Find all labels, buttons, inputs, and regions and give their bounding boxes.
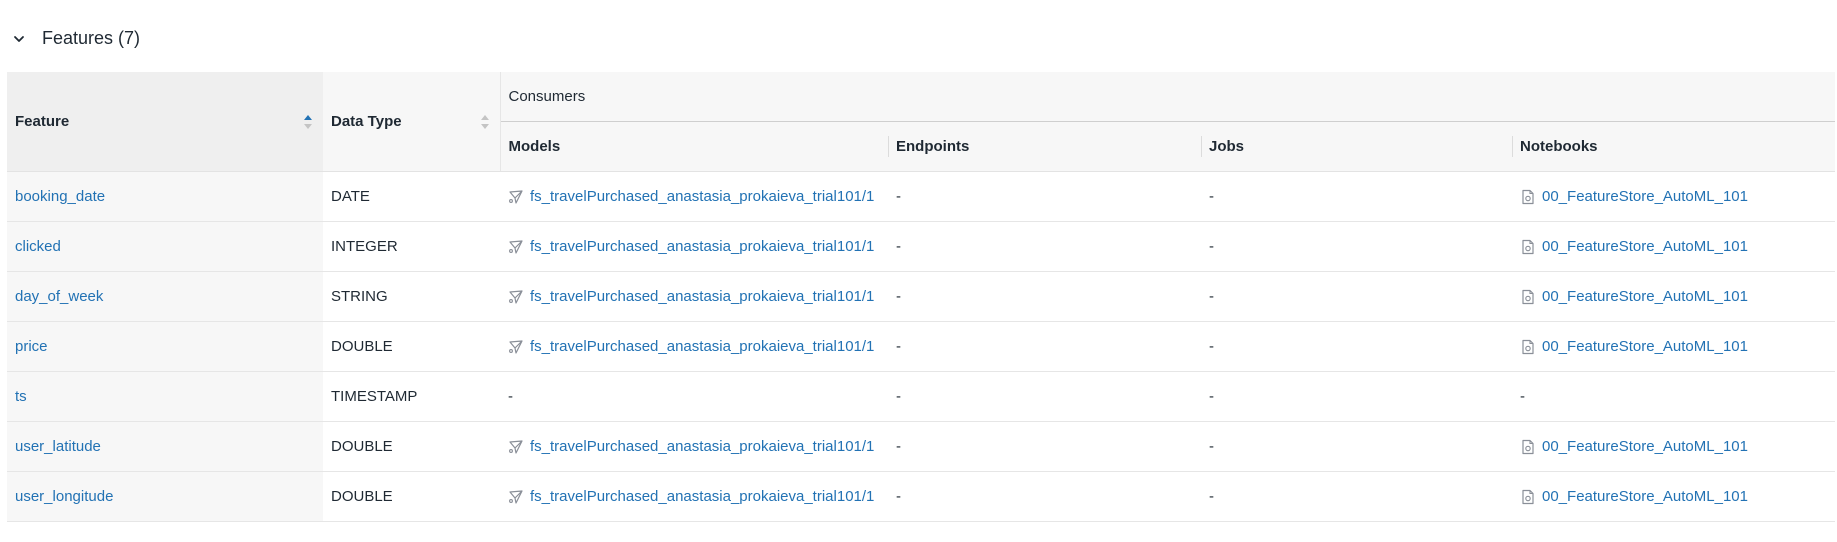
feature-link[interactable]: clicked xyxy=(15,238,61,255)
data-type-cell: DOUBLE xyxy=(323,421,500,472)
endpoints-cell: - xyxy=(888,221,1201,272)
data-type-cell: INTEGER xyxy=(323,221,500,272)
model-icon xyxy=(509,289,523,304)
models-cell: fs_travelPurchased_anastasia_prokaieva_t… xyxy=(500,171,888,222)
notebooks-cell: 00_FeatureStore_AutoML_101 xyxy=(1512,221,1836,272)
notebooks-cell: 00_FeatureStore_AutoML_101 xyxy=(1512,171,1836,222)
jobs-cell: - xyxy=(1201,271,1512,322)
endpoints-column-header: Endpoints xyxy=(888,121,1201,172)
notebook-link[interactable]: 00_FeatureStore_AutoML_101 xyxy=(1542,338,1748,355)
jobs-cell: - xyxy=(1201,171,1512,222)
notebook-link[interactable]: 00_FeatureStore_AutoML_101 xyxy=(1542,438,1748,455)
data-type-column-header[interactable]: Data Type xyxy=(323,72,501,172)
feature-cell: day_of_week xyxy=(7,271,323,322)
features-table: Feature Data Type Consumers Models Endpo… xyxy=(7,72,1836,522)
feature-cell: ts xyxy=(7,371,323,422)
notebook-icon xyxy=(1522,189,1534,204)
table-row: user_latitude DOUBLE fs_travelPurchased_an… xyxy=(7,421,1836,472)
table-row: day_of_week STRING fs_travelPurchased_anas… xyxy=(7,271,1836,322)
table-row: booking_date DATE fs_travelPurchased_anast… xyxy=(7,171,1836,222)
model-link[interactable]: fs_travelPurchased_anastasia_prokaieva_t… xyxy=(530,288,874,305)
notebook-icon xyxy=(1522,339,1534,354)
feature-link[interactable]: ts xyxy=(15,388,27,405)
jobs-column-header: Jobs xyxy=(1201,121,1512,172)
feature-link[interactable]: day_of_week xyxy=(15,288,103,305)
sort-icon[interactable] xyxy=(480,114,490,130)
table-row: clicked INTEGER fs_travelPurchased_anastas… xyxy=(7,221,1836,272)
data-type-cell: STRING xyxy=(323,271,500,322)
feature-link[interactable]: user_latitude xyxy=(15,438,101,455)
jobs-cell: - xyxy=(1201,221,1512,272)
endpoints-cell: - xyxy=(888,471,1201,522)
sort-icon[interactable] xyxy=(303,114,313,130)
model-icon xyxy=(509,189,523,204)
feature-link[interactable]: booking_date xyxy=(15,188,105,205)
model-link[interactable]: fs_travelPurchased_anastasia_prokaieva_t… xyxy=(530,338,874,355)
model-icon xyxy=(509,439,523,454)
notebooks-cell: - xyxy=(1512,371,1836,422)
model-link[interactable]: fs_travelPurchased_anastasia_prokaieva_t… xyxy=(530,238,874,255)
jobs-cell: - xyxy=(1201,321,1512,372)
notebook-value: - xyxy=(1520,388,1525,405)
notebooks-cell: 00_FeatureStore_AutoML_101 xyxy=(1512,471,1836,522)
models-cell: fs_travelPurchased_anastasia_prokaieva_t… xyxy=(500,321,888,372)
table-row: price DOUBLE fs_travelPurchased_anastasia_… xyxy=(7,321,1836,372)
models-cell: - xyxy=(500,371,888,422)
jobs-cell: - xyxy=(1201,471,1512,522)
notebook-icon xyxy=(1522,239,1534,254)
consumers-group-header: Consumers xyxy=(500,72,1836,122)
data-type-cell: DATE xyxy=(323,171,500,222)
section-title[interactable]: Features (7) xyxy=(42,28,140,49)
model-icon xyxy=(509,339,523,354)
model-link[interactable]: fs_travelPurchased_anastasia_prokaieva_t… xyxy=(530,488,874,505)
notebook-link[interactable]: 00_FeatureStore_AutoML_101 xyxy=(1542,488,1748,505)
model-icon xyxy=(509,489,523,504)
models-column-header: Models xyxy=(500,121,888,172)
endpoints-cell: - xyxy=(888,171,1201,222)
table-row: ts TIMESTAMP - - - - xyxy=(7,371,1836,422)
model-icon xyxy=(509,239,523,254)
feature-cell: booking_date xyxy=(7,171,323,222)
notebook-icon xyxy=(1522,289,1534,304)
models-cell: fs_travelPurchased_anastasia_prokaieva_t… xyxy=(500,271,888,322)
feature-column-header[interactable]: Feature xyxy=(7,72,323,172)
endpoints-cell: - xyxy=(888,421,1201,472)
model-value: - xyxy=(508,388,513,405)
model-link[interactable]: fs_travelPurchased_anastasia_prokaieva_t… xyxy=(530,188,874,205)
notebook-link[interactable]: 00_FeatureStore_AutoML_101 xyxy=(1542,188,1748,205)
endpoints-cell: - xyxy=(888,321,1201,372)
notebook-link[interactable]: 00_FeatureStore_AutoML_101 xyxy=(1542,288,1748,305)
feature-cell: user_latitude xyxy=(7,421,323,472)
feature-cell: price xyxy=(7,321,323,372)
endpoints-cell: - xyxy=(888,371,1201,422)
feature-cell: user_longitude xyxy=(7,471,323,522)
jobs-cell: - xyxy=(1201,421,1512,472)
jobs-cell: - xyxy=(1201,371,1512,422)
models-cell: fs_travelPurchased_anastasia_prokaieva_t… xyxy=(500,421,888,472)
data-type-header-label: Data Type xyxy=(331,113,402,130)
notebooks-column-header: Notebooks xyxy=(1512,121,1836,172)
model-link[interactable]: fs_travelPurchased_anastasia_prokaieva_t… xyxy=(530,438,874,455)
chevron-down-icon[interactable] xyxy=(12,32,26,46)
table-row: user_longitude DOUBLE fs_travelPurchased_a… xyxy=(7,471,1836,522)
notebooks-cell: 00_FeatureStore_AutoML_101 xyxy=(1512,321,1836,372)
notebooks-cell: 00_FeatureStore_AutoML_101 xyxy=(1512,271,1836,322)
data-type-cell: DOUBLE xyxy=(323,471,500,522)
notebook-icon xyxy=(1522,439,1534,454)
notebook-link[interactable]: 00_FeatureStore_AutoML_101 xyxy=(1542,238,1748,255)
notebook-icon xyxy=(1522,489,1534,504)
notebooks-cell: 00_FeatureStore_AutoML_101 xyxy=(1512,421,1836,472)
models-cell: fs_travelPurchased_anastasia_prokaieva_t… xyxy=(500,221,888,272)
data-type-cell: TIMESTAMP xyxy=(323,371,500,422)
feature-cell: clicked xyxy=(7,221,323,272)
feature-link[interactable]: price xyxy=(15,338,48,355)
feature-header-label: Feature xyxy=(15,113,70,130)
data-type-cell: DOUBLE xyxy=(323,321,500,372)
endpoints-cell: - xyxy=(888,271,1201,322)
feature-link[interactable]: user_longitude xyxy=(15,488,113,505)
models-cell: fs_travelPurchased_anastasia_prokaieva_t… xyxy=(500,471,888,522)
